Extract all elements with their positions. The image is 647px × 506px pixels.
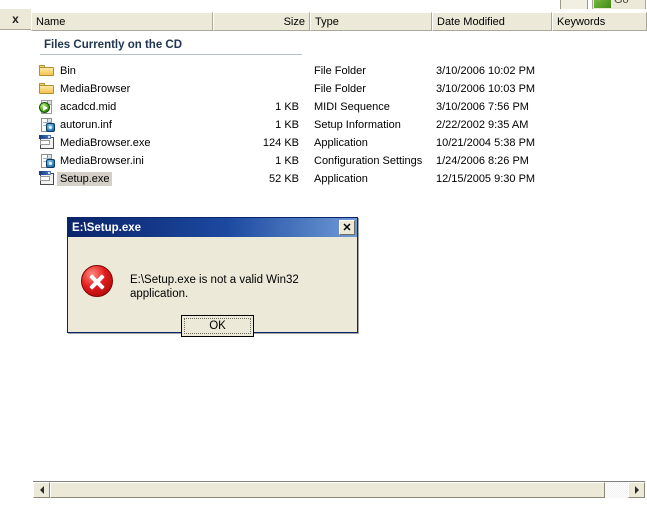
- file-name-label: MediaBrowser: [60, 83, 131, 95]
- file-type-cell: File Folder: [314, 83, 366, 95]
- column-header-keywords[interactable]: Keywords: [552, 12, 647, 31]
- ok-button[interactable]: OK: [181, 315, 254, 337]
- file-size-cell: 1 KB: [275, 101, 299, 113]
- folder-icon: [39, 81, 55, 97]
- table-row[interactable]: Setup.exe 52 KB Application 12/15/2005 9…: [31, 170, 647, 188]
- dialog-titlebar[interactable]: E:\Setup.exe ✕: [68, 218, 357, 237]
- task-pane: x: [0, 9, 32, 506]
- column-header-row: Name Size Type Date Modified Keywords: [31, 12, 647, 31]
- file-date-cell: 2/22/2002 9:35 AM: [436, 119, 529, 131]
- file-type-cell: MIDI Sequence: [314, 101, 390, 113]
- table-row[interactable]: MediaBrowser File Folder 3/10/2006 10:03…: [31, 80, 647, 98]
- scrollbar-track[interactable]: [50, 482, 628, 498]
- file-name-cell: Setup.exe: [31, 171, 213, 187]
- left-arrow-icon: [39, 486, 44, 494]
- file-date-cell: 1/24/2006 8:26 PM: [436, 155, 529, 167]
- column-header-size[interactable]: Size: [213, 12, 310, 31]
- file-type-cell: Application: [314, 173, 368, 185]
- dialog-body: E:\Setup.exe is not a valid Win32 applic…: [68, 237, 357, 337]
- file-type-cell: Configuration Settings: [314, 155, 423, 167]
- file-name-cell: MediaBrowser.ini: [31, 153, 213, 169]
- column-header-name[interactable]: Name: [31, 12, 213, 31]
- file-date-cell: 3/10/2006 7:56 PM: [436, 101, 529, 113]
- address-bar-dropdown-stub[interactable]: [560, 0, 588, 9]
- file-date-cell: 3/10/2006 10:03 PM: [436, 83, 536, 95]
- error-circle-icon: [81, 265, 113, 297]
- file-name-label: MediaBrowser.exe: [60, 137, 151, 149]
- file-size-cell: 1 KB: [275, 119, 299, 131]
- file-type-cell: Setup Information: [314, 119, 401, 131]
- file-type-cell: Application: [314, 137, 368, 149]
- group-header: Files Currently on the CD: [40, 36, 302, 55]
- file-date-cell: 3/10/2006 10:02 PM: [436, 65, 536, 77]
- file-size-cell: 1 KB: [275, 155, 299, 167]
- scroll-right-button[interactable]: [628, 482, 645, 498]
- file-name-label: acadcd.mid: [60, 101, 117, 113]
- midi-file-icon: [39, 99, 55, 115]
- scroll-left-button[interactable]: [33, 482, 50, 498]
- scrollbar-thumb[interactable]: [50, 482, 605, 498]
- table-row[interactable]: MediaBrowser.exe 124 KB Application 10/2…: [31, 134, 647, 152]
- close-icon[interactable]: x: [0, 9, 32, 30]
- file-name-cell: MediaBrowser: [31, 81, 213, 97]
- file-name-cell: autorun.inf: [31, 117, 213, 133]
- ok-button-label: OK: [184, 318, 251, 334]
- error-dialog: E:\Setup.exe ✕ E:\Setup.exe is not a val…: [67, 217, 358, 337]
- table-row[interactable]: Bin File Folder 3/10/2006 10:02 PM: [31, 62, 647, 80]
- file-name-label: Setup.exe: [57, 172, 112, 186]
- file-name-label: MediaBrowser.ini: [60, 155, 144, 167]
- file-size-cell: 124 KB: [262, 137, 299, 149]
- file-type-cell: File Folder: [314, 65, 366, 77]
- go-button-label: Go: [614, 0, 629, 6]
- file-size-cell: 52 KB: [269, 173, 299, 185]
- file-name-label: autorun.inf: [60, 119, 112, 131]
- table-row[interactable]: MediaBrowser.ini 1 KB Configuration Sett…: [31, 152, 647, 170]
- file-date-cell: 12/15/2005 9:30 PM: [436, 173, 536, 185]
- dialog-title: E:\Setup.exe: [72, 221, 142, 234]
- configuration-settings-icon: [39, 153, 55, 169]
- file-name-cell: Bin: [31, 63, 213, 79]
- table-row[interactable]: autorun.inf 1 KB Setup Information 2/22/…: [31, 116, 647, 134]
- address-bar-strip: Go: [0, 0, 647, 9]
- folder-icon: [39, 63, 55, 79]
- table-row[interactable]: acadcd.mid 1 KB MIDI Sequence 3/10/2006 …: [31, 98, 647, 116]
- application-icon: [39, 135, 55, 151]
- application-icon: [39, 171, 55, 187]
- dialog-message: E:\Setup.exe is not a valid Win32 applic…: [130, 274, 299, 300]
- right-arrow-icon: [634, 486, 639, 494]
- close-icon[interactable]: ✕: [339, 220, 355, 235]
- file-name-cell: acadcd.mid: [31, 99, 213, 115]
- file-name-label: Bin: [60, 65, 76, 77]
- go-button[interactable]: Go: [592, 0, 646, 9]
- file-name-cell: MediaBrowser.exe: [31, 135, 213, 151]
- setup-information-icon: [39, 117, 55, 133]
- horizontal-scrollbar[interactable]: [33, 481, 645, 498]
- column-header-type[interactable]: Type: [310, 12, 432, 31]
- green-arrow-icon: [594, 0, 611, 8]
- column-header-date-modified[interactable]: Date Modified: [432, 12, 552, 31]
- file-date-cell: 10/21/2004 5:38 PM: [436, 137, 536, 149]
